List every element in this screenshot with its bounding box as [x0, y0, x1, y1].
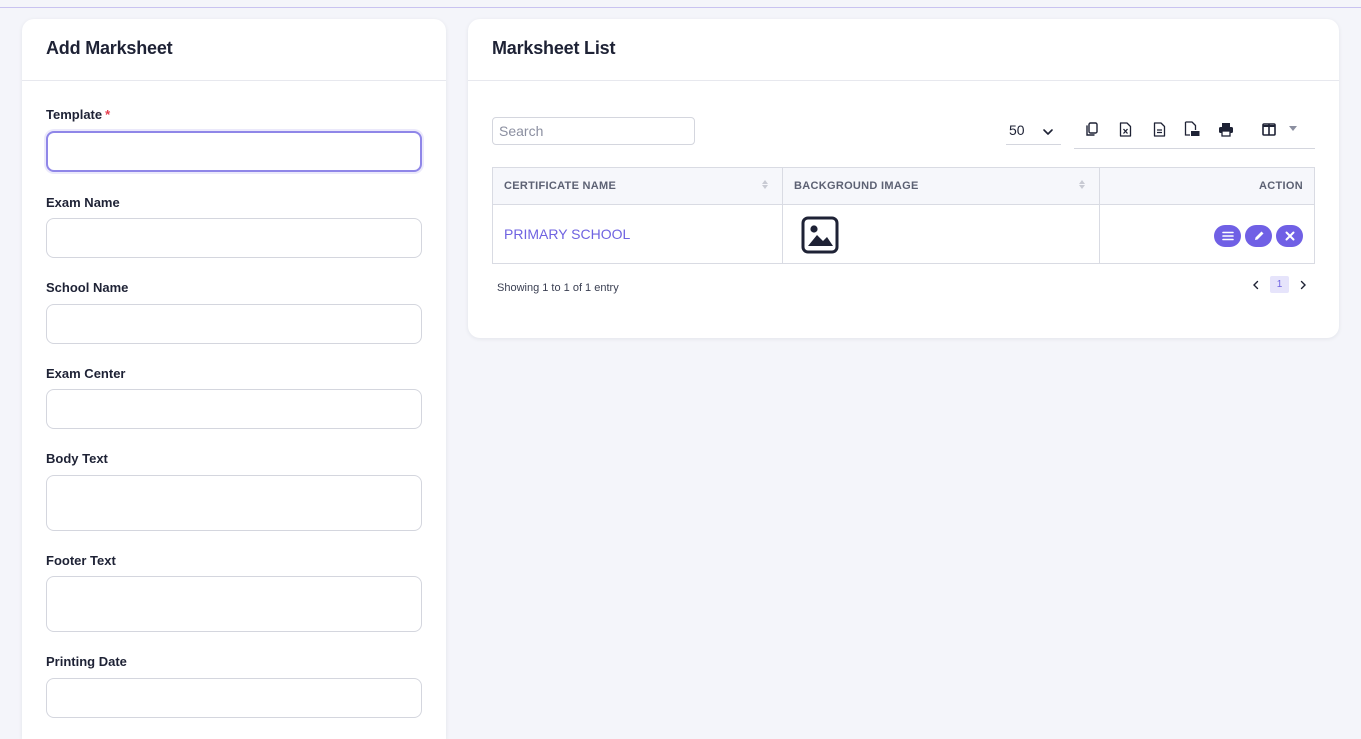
template-field: Template *: [46, 107, 422, 172]
cell-background-image: [782, 204, 1100, 264]
required-mark: *: [105, 107, 111, 122]
marksheet-list-title: Marksheet List: [492, 38, 616, 58]
exam-name-label: Exam Name: [46, 195, 120, 210]
footer-text-field: Footer Text: [46, 553, 422, 632]
copy-icon[interactable]: [1083, 120, 1101, 138]
sort-icon: [1079, 180, 1085, 189]
pdf-icon[interactable]: [1183, 120, 1201, 138]
column-header-certificate-name-label: CERTIFICATE NAME: [504, 180, 617, 192]
csv-icon[interactable]: [1150, 120, 1168, 138]
column-header-background-image-label: BACKGROUND IMAGE: [794, 180, 919, 192]
delete-button[interactable]: [1276, 225, 1303, 247]
marksheet-table: CERTIFICATE NAME BACKGROUND IMAGE ACTION…: [492, 167, 1315, 264]
page-size-select[interactable]: 50: [1006, 117, 1061, 145]
column-header-background-image[interactable]: BACKGROUND IMAGE: [782, 167, 1100, 205]
exam-name-field: Exam Name: [46, 195, 422, 258]
export-toolbar: [1074, 112, 1315, 149]
table-header-row: CERTIFICATE NAME BACKGROUND IMAGE ACTION: [492, 167, 1315, 205]
table-info: Showing 1 to 1 of 1 entry: [497, 282, 619, 294]
close-icon: [1285, 231, 1294, 241]
exam-center-label: Exam Center: [46, 366, 126, 381]
add-marksheet-title: Add Marksheet: [46, 38, 173, 58]
body-text-label: Body Text: [46, 451, 108, 466]
columns-icon[interactable]: [1260, 120, 1278, 138]
printing-date-input[interactable]: [46, 678, 422, 718]
next-page-button[interactable]: [1295, 277, 1311, 293]
cell-actions: [1099, 204, 1315, 264]
marksheet-list-card: Marksheet List 50: [468, 19, 1339, 338]
school-name-field: School Name: [46, 280, 422, 344]
page-number-button[interactable]: 1: [1270, 276, 1289, 293]
cell-certificate-name: PRIMARY SCHOOL: [492, 204, 783, 264]
column-header-action: ACTION: [1099, 167, 1315, 205]
body-text-field: Body Text: [46, 451, 422, 531]
school-name-input[interactable]: [46, 304, 422, 344]
footer-text-label: Footer Text: [46, 553, 116, 568]
sort-icon: [762, 180, 768, 189]
add-marksheet-card: Add Marksheet Template * Exam Name School…: [22, 19, 446, 739]
certificate-name-link[interactable]: PRIMARY SCHOOL: [504, 226, 630, 242]
template-label: Template *: [46, 107, 422, 122]
school-name-label: School Name: [46, 280, 129, 295]
print-icon[interactable]: [1217, 120, 1235, 138]
search-input[interactable]: [492, 117, 695, 145]
previous-page-button[interactable]: [1248, 277, 1264, 293]
marksheet-list-header: Marksheet List: [468, 19, 1339, 81]
top-bar: [0, 0, 1361, 8]
table-row: PRIMARY SCHOOL: [492, 204, 1315, 264]
list-icon: [1221, 231, 1234, 241]
chevron-down-icon: [1041, 121, 1055, 147]
row-actions: [1111, 221, 1303, 247]
chevron-right-icon: [1300, 280, 1306, 289]
footer-text-textarea[interactable]: [46, 576, 422, 632]
add-marksheet-header: Add Marksheet: [22, 19, 446, 81]
column-header-action-label: ACTION: [1259, 180, 1303, 192]
template-input[interactable]: [46, 131, 422, 172]
page-size-value: 50: [1009, 122, 1025, 138]
printing-date-label: Printing Date: [46, 654, 127, 669]
body-text-textarea[interactable]: [46, 475, 422, 531]
image-placeholder-icon: [801, 216, 839, 257]
chevron-left-icon: [1253, 280, 1259, 289]
exam-center-field: Exam Center: [46, 366, 422, 429]
edit-button[interactable]: [1245, 225, 1272, 247]
view-button[interactable]: [1214, 225, 1241, 247]
excel-icon[interactable]: [1116, 120, 1134, 138]
template-label-text: Template: [46, 107, 103, 122]
column-header-certificate-name[interactable]: CERTIFICATE NAME: [492, 167, 783, 205]
printing-date-field: Printing Date: [46, 654, 422, 718]
pencil-icon: [1254, 231, 1263, 240]
exam-name-input[interactable]: [46, 218, 422, 258]
pagination: 1: [1248, 276, 1311, 293]
exam-center-input[interactable]: [46, 389, 422, 429]
caret-down-icon[interactable]: [1284, 120, 1302, 138]
